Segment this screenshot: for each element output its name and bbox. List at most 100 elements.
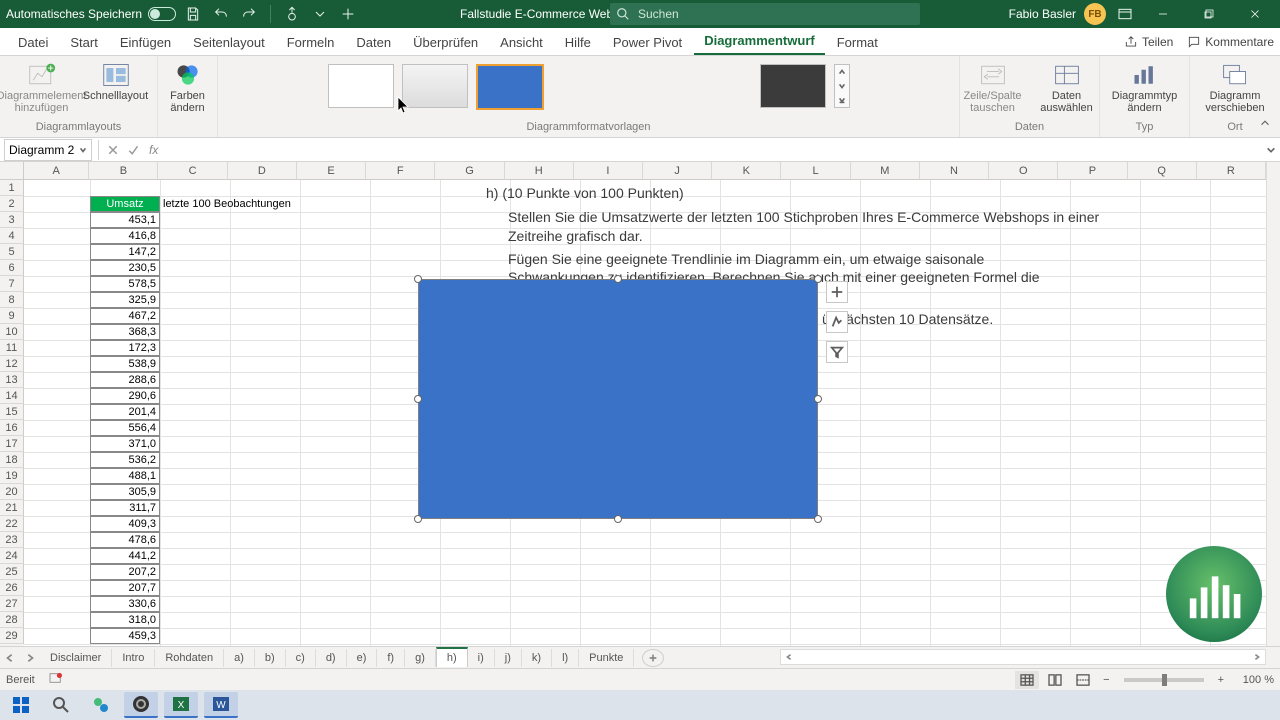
col-header-J[interactable]: J xyxy=(643,162,712,180)
row-header-17[interactable]: 17 xyxy=(0,436,24,452)
tab-nav-prev-icon[interactable] xyxy=(0,653,20,663)
col-header-L[interactable]: L xyxy=(781,162,850,180)
sheet-tab-h[interactable]: h) xyxy=(436,647,468,667)
taskbar-word-icon[interactable]: W xyxy=(204,692,238,718)
cell-B4[interactable]: 416,8 xyxy=(90,228,160,244)
row-header-26[interactable]: 26 xyxy=(0,580,24,596)
ribbon-display-icon[interactable] xyxy=(1114,3,1136,25)
zoom-slider[interactable] xyxy=(1124,678,1204,682)
change-chart-type-button[interactable]: Diagrammtyp ändern xyxy=(1112,60,1178,114)
col-header-D[interactable]: D xyxy=(228,162,297,180)
row-header-20[interactable]: 20 xyxy=(0,484,24,500)
cell-B25[interactable]: 207,2 xyxy=(90,564,160,580)
cell-B7[interactable]: 578,5 xyxy=(90,276,160,292)
expand-formula-bar-icon[interactable] xyxy=(1262,145,1280,155)
taskbar-search-icon[interactable] xyxy=(44,692,78,718)
ribbon-tab-einfügen[interactable]: Einfügen xyxy=(110,29,181,55)
cell-B2[interactable]: Umsatz xyxy=(90,196,160,212)
row-header-19[interactable]: 19 xyxy=(0,468,24,484)
comments-button[interactable]: Kommentare xyxy=(1187,35,1274,49)
collapse-ribbon-icon[interactable] xyxy=(1258,116,1272,133)
col-header-K[interactable]: K xyxy=(712,162,781,180)
cell-B15[interactable]: 201,4 xyxy=(90,404,160,420)
cell-B13[interactable]: 288,6 xyxy=(90,372,160,388)
row-header-16[interactable]: 16 xyxy=(0,420,24,436)
sheet-tab-c[interactable]: c) xyxy=(286,649,316,667)
cell-B24[interactable]: 441,2 xyxy=(90,548,160,564)
chart-styles-gallery[interactable] xyxy=(328,64,850,110)
user-avatar[interactable]: FB xyxy=(1084,3,1106,25)
col-header-O[interactable]: O xyxy=(989,162,1058,180)
row-header-24[interactable]: 24 xyxy=(0,548,24,564)
cell-B18[interactable]: 536,2 xyxy=(90,452,160,468)
col-header-N[interactable]: N xyxy=(920,162,989,180)
cell-B20[interactable]: 305,9 xyxy=(90,484,160,500)
row-header-2[interactable]: 2 xyxy=(0,196,24,212)
quick-layout-button[interactable]: Schnelllayout xyxy=(83,60,149,102)
ribbon-tab-daten[interactable]: Daten xyxy=(346,29,401,55)
chart-filters-button[interactable] xyxy=(826,341,848,363)
sheet-tab-a[interactable]: a) xyxy=(224,649,255,667)
chart-style-1[interactable] xyxy=(328,64,394,108)
taskbar-snip-icon[interactable] xyxy=(84,692,118,718)
enter-formula-icon[interactable] xyxy=(123,144,143,156)
cell-B23[interactable]: 478,6 xyxy=(90,532,160,548)
cell-B12[interactable]: 538,9 xyxy=(90,356,160,372)
autosave-pill[interactable] xyxy=(148,7,176,21)
taskbar-excel-icon[interactable]: X xyxy=(164,692,198,718)
chart-styles-button[interactable] xyxy=(826,311,848,333)
sheet-tab-i[interactable]: i) xyxy=(468,649,495,667)
start-button[interactable] xyxy=(4,692,38,718)
cell-B27[interactable]: 330,6 xyxy=(90,596,160,612)
cancel-formula-icon[interactable] xyxy=(103,144,123,156)
taskbar-obs-icon[interactable] xyxy=(124,692,158,718)
cell-B16[interactable]: 556,4 xyxy=(90,420,160,436)
save-icon[interactable] xyxy=(182,3,204,25)
sheet-tab-l[interactable]: l) xyxy=(552,649,579,667)
row-header-7[interactable]: 7 xyxy=(0,276,24,292)
ribbon-tab-ansicht[interactable]: Ansicht xyxy=(490,29,553,55)
chart-style-n[interactable] xyxy=(760,64,826,108)
ribbon-tab-formeln[interactable]: Formeln xyxy=(277,29,345,55)
ribbon-tab-start[interactable]: Start xyxy=(60,29,107,55)
col-header-H[interactable]: H xyxy=(505,162,574,180)
touch-mode-icon[interactable] xyxy=(281,3,303,25)
cell-B11[interactable]: 172,3 xyxy=(90,340,160,356)
row-header-23[interactable]: 23 xyxy=(0,532,24,548)
embedded-chart[interactable] xyxy=(418,279,818,519)
cell-C2[interactable]: letzte 100 Beobachtungen xyxy=(160,196,310,212)
horizontal-scrollbar[interactable] xyxy=(780,649,1266,665)
sheet-tab-j[interactable]: j) xyxy=(495,649,522,667)
cell-B17[interactable]: 371,0 xyxy=(90,436,160,452)
cell-B6[interactable]: 230,5 xyxy=(90,260,160,276)
row-header-1[interactable]: 1 xyxy=(0,180,24,196)
sheet-tab-intro[interactable]: Intro xyxy=(112,649,155,667)
col-header-R[interactable]: R xyxy=(1197,162,1266,180)
select-all-corner[interactable] xyxy=(0,162,24,180)
cell-B9[interactable]: 467,2 xyxy=(90,308,160,324)
undo-icon[interactable] xyxy=(210,3,232,25)
sheet-tab-k[interactable]: k) xyxy=(522,649,552,667)
maximize-button[interactable] xyxy=(1190,0,1228,28)
select-data-button[interactable]: Daten auswählen xyxy=(1034,60,1100,114)
col-header-A[interactable]: A xyxy=(24,162,89,180)
col-header-B[interactable]: B xyxy=(89,162,158,180)
chart-elements-button[interactable] xyxy=(826,281,848,303)
cell-B26[interactable]: 207,7 xyxy=(90,580,160,596)
customize-qat-icon[interactable] xyxy=(337,3,359,25)
sheet-tab-disclaimer[interactable]: Disclaimer xyxy=(40,649,112,667)
row-headers[interactable]: 1234567891011121314151617181920212223242… xyxy=(0,180,24,646)
col-header-G[interactable]: G xyxy=(435,162,504,180)
minimize-button[interactable] xyxy=(1144,0,1182,28)
share-button[interactable]: Teilen xyxy=(1124,35,1173,49)
col-header-E[interactable]: E xyxy=(297,162,366,180)
row-header-12[interactable]: 12 xyxy=(0,356,24,372)
name-box[interactable]: Diagramm 2 xyxy=(4,139,92,161)
row-header-6[interactable]: 6 xyxy=(0,260,24,276)
col-header-Q[interactable]: Q xyxy=(1128,162,1197,180)
sheet-tab-g[interactable]: g) xyxy=(405,649,436,667)
close-button[interactable] xyxy=(1236,0,1274,28)
row-header-25[interactable]: 25 xyxy=(0,564,24,580)
zoom-value[interactable]: 100 % xyxy=(1232,674,1274,686)
worksheet-area[interactable]: ABCDEFGHIJKLMNOPQR 123456789101112131415… xyxy=(0,162,1280,646)
